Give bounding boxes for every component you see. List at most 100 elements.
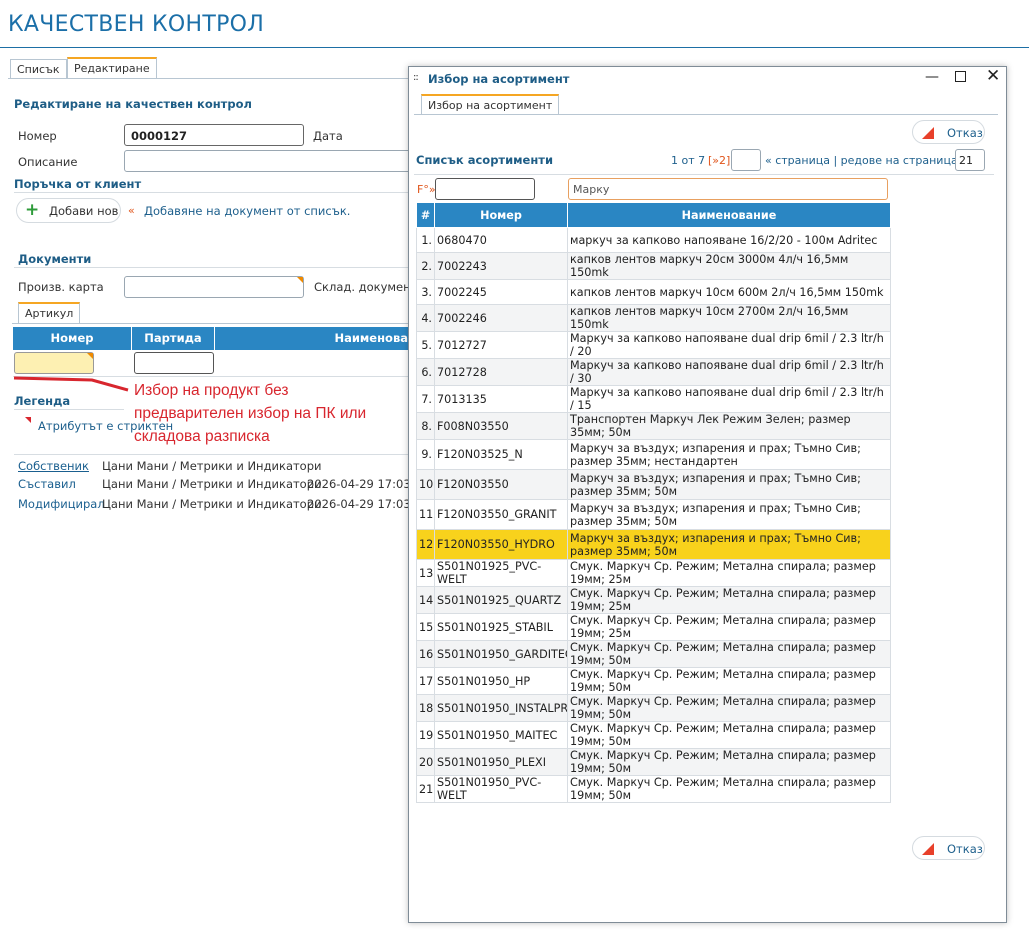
add-from-list-link[interactable]: Добавяне на документ от списък. xyxy=(144,204,350,218)
row-name: капков лентов маркуч 10см 2700м 2л/ч 16,… xyxy=(567,304,891,332)
annotation-line-1: Избор на продукт без xyxy=(134,382,289,399)
edit-section-title: Редактиране на качествен контрол xyxy=(14,97,252,111)
tabs-baseline xyxy=(8,78,408,79)
close-icon[interactable]: ✕ xyxy=(986,66,1000,86)
created-label: Съставил xyxy=(18,477,76,491)
row-index: 7. xyxy=(416,385,435,413)
row-index: 16. xyxy=(416,640,435,668)
table-row[interactable]: 10.F120N03550Маркуч за въздух; изпарения… xyxy=(416,469,891,500)
row-name: Маркуч за въздух; изпарения и прах; Тъмн… xyxy=(567,529,891,560)
grid-header-name[interactable]: Наименова xyxy=(215,327,408,350)
table-row[interactable]: 2. 7002243 капков лентов маркуч 20см 3000м… xyxy=(416,252,891,280)
row-name: капков лентов маркуч 10см 600м 2л/ч 16,5… xyxy=(567,279,891,305)
table-row[interactable]: 16.S501N01950_GARDITECHСмук. Маркуч Ср. … xyxy=(416,640,891,668)
restore-icon[interactable] xyxy=(955,71,966,82)
row-number: 7013135 xyxy=(434,385,568,413)
table-row[interactable]: 8. F008N03550 Транспортен Маркуч Лек Режим… xyxy=(416,412,891,440)
row-number: S501N01950_HP xyxy=(434,667,568,695)
row-name: Маркуч за капково напояване dual drip 6m… xyxy=(567,358,891,386)
page-number-input[interactable] xyxy=(731,149,761,171)
row-index: 2. xyxy=(416,252,435,280)
prod-card-field[interactable] xyxy=(124,276,304,298)
col-header-number[interactable]: Номер xyxy=(434,202,568,228)
row-number: S501N01950_GARDITECH xyxy=(434,640,568,668)
row-index: 19. xyxy=(416,721,435,749)
col-header-index[interactable]: # xyxy=(416,202,435,228)
grid-header-number[interactable]: Номер xyxy=(13,327,132,350)
grid-header-batch[interactable]: Партида xyxy=(132,327,215,350)
cancel-button-bottom[interactable]: Отказ xyxy=(912,836,985,860)
table-row[interactable]: 19.S501N01950_MAITECСмук. Маркуч Ср. Реж… xyxy=(416,721,891,749)
description-label: Описание xyxy=(18,155,78,169)
row-name: Смук. Маркуч Ср. Режим; Метална спирала;… xyxy=(567,667,891,695)
annotation-arrow xyxy=(13,376,129,392)
table-row[interactable]: 20.S501N01950_PLEXIСмук. Маркуч Ср. Режи… xyxy=(416,748,891,776)
table-row[interactable]: 14.S501N01925_QUARTZСмук. Маркуч Ср. Реж… xyxy=(416,586,891,614)
pager-next-link[interactable]: [»2] xyxy=(708,154,730,167)
row-number: 7002243 xyxy=(434,252,568,280)
row-number: 7002245 xyxy=(434,279,568,305)
filter-name-input[interactable]: Марку xyxy=(568,178,888,200)
assortment-dialog: :: Избор на асортимент — ✕ Избор на асор… xyxy=(408,66,1007,923)
table-row[interactable]: 1. 0680470 маркуч за капково напояване 16/… xyxy=(416,227,891,253)
row-name: Смук. Маркуч Ср. Режим; Метална спирала;… xyxy=(567,586,891,614)
created-value: Цани Мани / Метрики и Индикатори xyxy=(102,477,322,491)
add-new-label: Добави нов xyxy=(49,204,119,218)
cancel-label-top: Отказ xyxy=(947,126,983,140)
table-row[interactable]: 18.S501N01950_INSTALPROСмук. Маркуч Ср. … xyxy=(416,694,891,722)
table-row[interactable]: 17.S501N01950_HPСмук. Маркуч Ср. Режим; … xyxy=(416,667,891,695)
row-index: 1. xyxy=(416,227,435,253)
table-row[interactable]: 4. 7002246 капков лентов маркуч 10см 2700м… xyxy=(416,304,891,332)
tab-list[interactable]: Списък xyxy=(10,59,67,79)
chevron-left-icon: « xyxy=(128,204,135,217)
table-row[interactable]: 12.F120N03550_HYDROМаркуч за въздух; изп… xyxy=(416,529,891,560)
rows-per-page-input[interactable]: 21 xyxy=(955,149,985,171)
row-index: 20. xyxy=(416,748,435,776)
row-number: 7012728 xyxy=(434,358,568,386)
table-row[interactable]: 7. 7013135 Маркуч за капково напояване dua… xyxy=(416,385,891,413)
table-row[interactable]: 5. 7012727 Маркуч за капково напояване dua… xyxy=(416,331,891,359)
dialog-title: Избор на асортимент xyxy=(428,72,570,86)
table-row[interactable]: 21.S501N01950_PVC-WELTСмук. Маркуч Ср. Р… xyxy=(416,775,891,803)
row-number: 7012727 xyxy=(434,331,568,359)
row-index: 11. xyxy=(416,499,435,530)
tab-edit[interactable]: Редактиране xyxy=(67,57,157,78)
row-index: 18. xyxy=(416,694,435,722)
table-row[interactable]: 3. 7002245 капков лентов маркуч 10см 600м … xyxy=(416,279,891,305)
table-row[interactable]: 15.S501N01925_STABILСмук. Маркуч Ср. Реж… xyxy=(416,613,891,641)
tab-article[interactable]: Артикул xyxy=(18,302,81,323)
add-new-button[interactable]: + Добави нов xyxy=(16,198,121,223)
description-field[interactable] xyxy=(124,150,424,172)
table-row[interactable]: 9. F120N03525_N Маркуч за въздух; изпарени… xyxy=(416,439,891,470)
table-row[interactable]: 6. 7012728 Маркуч за капково напояване dua… xyxy=(416,358,891,386)
batch-field[interactable] xyxy=(134,352,214,374)
table-row[interactable]: 13.S501N01925_PVC-WELTСмук. Маркуч Ср. Р… xyxy=(416,559,891,587)
row-number: S501N01925_PVC-WELT xyxy=(434,559,568,587)
cancel-label-bottom: Отказ xyxy=(947,842,983,856)
row-number: S501N01950_MAITEC xyxy=(434,721,568,749)
row-index: 10. xyxy=(416,469,435,500)
row-index: 8. xyxy=(416,412,435,440)
col-header-name[interactable]: Наименование xyxy=(567,202,891,228)
minimize-icon[interactable]: — xyxy=(925,69,939,85)
pager-links[interactable]: « страница | редове на страница » xyxy=(765,154,968,167)
row-index: 14. xyxy=(416,586,435,614)
drag-handle-icon[interactable]: :: xyxy=(413,72,419,83)
row-index: 6. xyxy=(416,358,435,386)
rows-per-page-value: 21 xyxy=(959,154,973,167)
row-number: 7002246 xyxy=(434,304,568,332)
cancel-button-top[interactable]: Отказ xyxy=(912,120,985,144)
filter-number-input[interactable] xyxy=(435,178,535,200)
documents-divider xyxy=(14,267,408,268)
row-number: F120N03550 xyxy=(434,469,568,500)
list-divider xyxy=(414,174,994,175)
row-number: S501N01925_STABIL xyxy=(434,613,568,641)
owner-link[interactable]: Собственик xyxy=(18,459,89,473)
plus-icon: + xyxy=(25,200,40,220)
number-field[interactable]: 0000127 xyxy=(124,124,304,146)
row-number: 0680470 xyxy=(434,227,568,253)
product-number-field[interactable] xyxy=(14,352,94,374)
tab-select-assortment[interactable]: Избор на асортимент xyxy=(421,94,560,115)
table-row[interactable]: 11.F120N03550_GRANITМаркуч за въздух; из… xyxy=(416,499,891,530)
annotation-note: Избор на продукт без предварителен избор… xyxy=(134,379,366,448)
